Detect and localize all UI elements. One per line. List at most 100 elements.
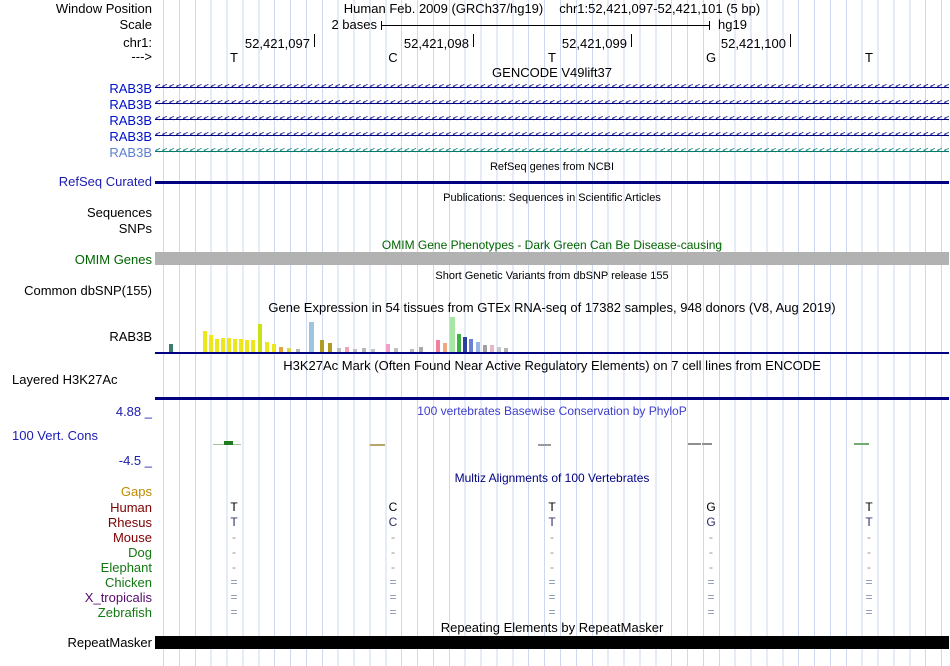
coordinate-label: 52,421,097 xyxy=(244,36,310,51)
gtex-expression-bar[interactable] xyxy=(469,339,473,352)
gtex-expression-bar[interactable] xyxy=(328,343,332,352)
species-label-x_tropicalis[interactable]: X_tropicalis xyxy=(85,590,152,605)
gtex-expression-bar[interactable] xyxy=(443,343,447,352)
track-label-snps[interactable]: SNPs xyxy=(119,222,152,235)
alignment-cell: T xyxy=(548,515,556,529)
alignment-cell: - xyxy=(709,530,713,544)
alignment-cell: G xyxy=(706,515,716,529)
gtex-track-title: Gene Expression in 54 tissues from GTEx … xyxy=(268,300,836,315)
species-label-mouse[interactable]: Mouse xyxy=(113,530,152,545)
scale-bar xyxy=(381,21,710,30)
track-label-sequences[interactable]: Sequences xyxy=(87,206,152,219)
repeatmasker-track-title: Repeating Elements by RepeatMasker xyxy=(440,620,664,635)
alignment-cell: - xyxy=(232,545,236,559)
gtex-expression-bar[interactable] xyxy=(450,317,455,352)
gtex-expression-bar[interactable] xyxy=(272,344,276,352)
refseq-track-title: RefSeq genes from NCBI xyxy=(489,161,615,173)
track-label-omim-genes[interactable]: OMIM Genes xyxy=(75,253,152,266)
alignment-cell: T xyxy=(865,515,873,529)
gtex-expression-bar[interactable] xyxy=(483,345,487,352)
alignment-cell: - xyxy=(709,545,713,559)
gtex-expression-bar[interactable] xyxy=(436,340,440,352)
gtex-expression-bar[interactable] xyxy=(221,338,225,352)
track-label-gaps: Gaps xyxy=(120,484,152,499)
gene-direction-arrows[interactable]: <<<<<<<<<<<<<<<<<<<<<<<<<<<<<<<<<<<<<<<<… xyxy=(155,114,949,125)
gene-label[interactable]: RAB3B xyxy=(109,145,152,160)
genome-build-label: hg19 xyxy=(718,17,747,32)
alignment-cell: - xyxy=(550,545,554,559)
gtex-expression-bar[interactable] xyxy=(251,340,255,352)
gene-direction-arrows[interactable]: <<<<<<<<<<<<<<<<<<<<<<<<<<<<<<<<<<<<<<<<… xyxy=(155,98,949,109)
gene-label[interactable]: RAB3B xyxy=(109,97,152,112)
alignment-cell: = xyxy=(548,575,556,589)
species-label-chicken[interactable]: Chicken xyxy=(105,575,152,590)
alignment-cell: T xyxy=(865,500,873,514)
position-range-label: chr1:52,421,097-52,421,101 (5 bp) xyxy=(559,1,761,16)
gtex-expression-bar[interactable] xyxy=(265,342,269,352)
species-label-zebrafish[interactable]: Zebrafish xyxy=(98,605,152,620)
alignment-cell: T xyxy=(548,500,556,514)
gtex-expression-bar[interactable] xyxy=(203,331,207,352)
omim-track-title: OMIM Gene Phenotypes - Dark Green Can Be… xyxy=(381,238,723,252)
gtex-expression-bar[interactable] xyxy=(309,322,314,352)
gene-direction-arrows[interactable]: <<<<<<<<<<<<<<<<<<<<<<<<<<<<<<<<<<<<<<<<… xyxy=(155,130,949,141)
alignment-cell: C xyxy=(388,515,398,529)
species-label-dog[interactable]: Dog xyxy=(128,545,152,560)
gtex-expression-bar[interactable] xyxy=(490,345,494,352)
gene-direction-arrows[interactable]: <<<<<<<<<<<<<<<<<<<<<<<<<<<<<<<<<<<<<<<<… xyxy=(155,82,949,93)
gene-label[interactable]: RAB3B xyxy=(109,113,152,128)
conservation-mark xyxy=(370,444,385,446)
h3k27ac-track-line[interactable] xyxy=(155,397,949,400)
conservation-mark xyxy=(688,443,701,445)
refseq-curated-track-line[interactable] xyxy=(155,181,949,184)
alignment-cell: - xyxy=(391,545,395,559)
track-label-refseq-curated[interactable]: RefSeq Curated xyxy=(59,175,152,188)
alignment-cell: - xyxy=(391,530,395,544)
gene-label[interactable]: RAB3B xyxy=(109,129,152,144)
gtex-expression-bar[interactable] xyxy=(463,337,467,352)
scale-label: Scale xyxy=(119,17,152,32)
alignment-cell: = xyxy=(389,575,397,589)
gtex-expression-bar[interactable] xyxy=(476,342,480,352)
repeatmasker-track-bar[interactable] xyxy=(155,636,949,649)
species-label-elephant[interactable]: Elephant xyxy=(101,560,152,575)
gtex-expression-bar[interactable] xyxy=(386,344,390,352)
alignment-cell: = xyxy=(865,575,873,589)
header-line: Human Feb. 2009 (GRCh37/hg19) chr1:52,42… xyxy=(155,2,949,15)
coordinate-tick xyxy=(631,34,632,47)
gtex-expression-bar[interactable] xyxy=(233,339,237,352)
alignment-cell: - xyxy=(391,560,395,574)
strand-direction-label: ---> xyxy=(131,49,152,64)
track-label-100-vert-cons[interactable]: 100 Vert. Cons xyxy=(12,429,98,442)
gtex-expression-bar[interactable] xyxy=(227,338,231,352)
gene-label[interactable]: RAB3B xyxy=(109,81,152,96)
gtex-expression-bar[interactable] xyxy=(169,344,173,352)
coordinate-tick xyxy=(473,34,474,47)
alignment-cell: T xyxy=(230,500,238,514)
alignment-cell: = xyxy=(389,605,397,619)
track-label-repeatmasker[interactable]: RepeatMasker xyxy=(67,636,152,649)
gtex-expression-bar[interactable] xyxy=(320,340,324,352)
omim-genes-track-bar[interactable] xyxy=(155,252,949,265)
gtex-expression-bar[interactable] xyxy=(245,340,249,352)
assembly-label: Human Feb. 2009 (GRCh37/hg19) xyxy=(343,1,544,16)
conservation-mark xyxy=(224,441,233,445)
window-position-label: Window Position xyxy=(55,1,152,16)
coordinate-tick xyxy=(790,34,791,47)
gtex-expression-bar[interactable] xyxy=(239,339,243,352)
alignment-cell: - xyxy=(867,545,871,559)
gtex-expression-bar[interactable] xyxy=(457,334,461,352)
conservation-mark xyxy=(538,444,551,446)
coordinate-label: 52,421,098 xyxy=(403,36,469,51)
track-label-gtex-gene[interactable]: RAB3B xyxy=(109,330,152,343)
species-label-human[interactable]: Human xyxy=(110,500,152,515)
gtex-expression-bar[interactable] xyxy=(215,339,219,352)
gene-direction-arrows[interactable]: <<<<<<<<<<<<<<<<<<<<<<<<<<<<<<<<<<<<<<<<… xyxy=(155,146,949,157)
gtex-expression-bar[interactable] xyxy=(258,324,262,352)
track-label-layered-h3k27ac[interactable]: Layered H3K27Ac xyxy=(12,373,118,386)
gtex-expression-bar[interactable] xyxy=(209,335,213,352)
species-label-rhesus[interactable]: Rhesus xyxy=(108,515,152,530)
dbsnp-track-title: Short Genetic Variants from dbSNP releas… xyxy=(435,270,669,282)
alignment-cell: - xyxy=(709,560,713,574)
track-label-common-dbsnp[interactable]: Common dbSNP(155) xyxy=(24,284,152,297)
